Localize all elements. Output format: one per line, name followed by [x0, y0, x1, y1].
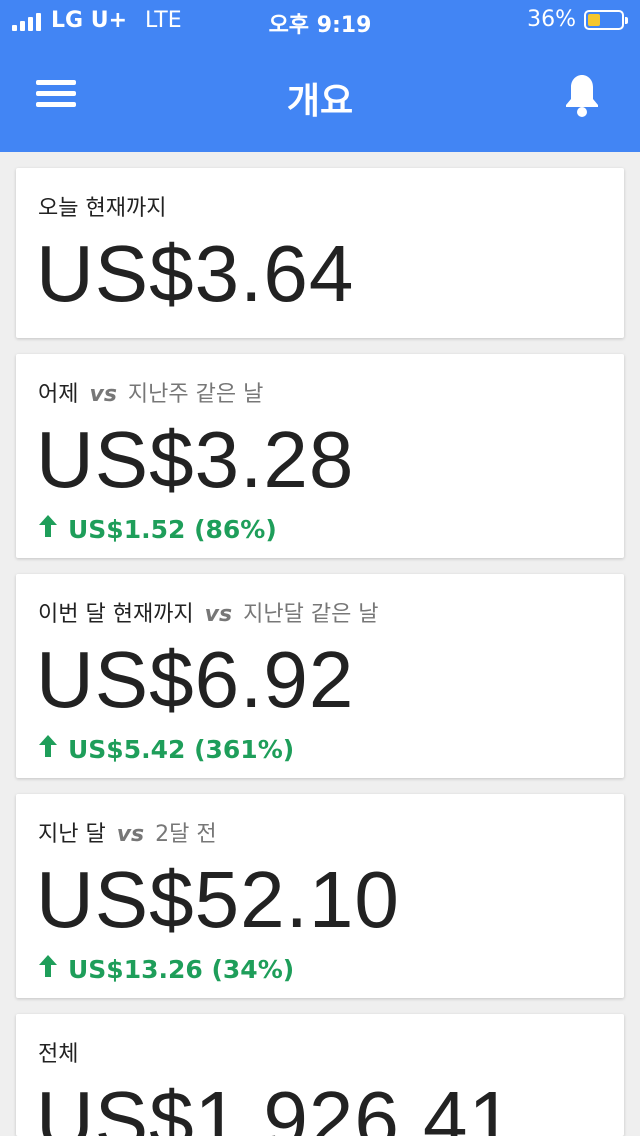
- card-delta: US$5.42 (361%): [38, 734, 294, 764]
- battery-percentage: 36%: [527, 7, 576, 32]
- status-bar: LG U+ LTE 오후 9:19 36%: [0, 0, 640, 40]
- delta-value: US$13.26 (34%): [68, 954, 295, 984]
- arrow-up-icon: [38, 514, 58, 544]
- card-amount: US$52.10: [36, 855, 400, 944]
- delta-value: US$1.52 (86%): [68, 514, 277, 544]
- last-month-card[interactable]: 지난 달 vs 2달 전 US$52.10 US$13.26 (34%): [16, 794, 624, 998]
- card-label: 이번 달 현재까지 vs 지난달 같은 날: [38, 596, 379, 628]
- card-label-text: 이번 달 현재까지: [38, 602, 194, 627]
- vs-label: vs: [116, 822, 145, 847]
- compare-label: 지난주 같은 날: [127, 382, 264, 407]
- card-amount: US$6.92: [36, 635, 355, 724]
- page-title: 개요: [286, 81, 354, 122]
- card-label-text: 오늘 현재까지: [38, 196, 167, 221]
- card-label: 어제 vs 지난주 같은 날: [38, 376, 263, 408]
- card-amount: US$3.28: [36, 415, 355, 504]
- app-header: LG U+ LTE 오후 9:19 36% 개요: [0, 0, 640, 152]
- status-right: 36%: [527, 7, 628, 32]
- card-label: 오늘 현재까지: [38, 190, 166, 222]
- card-label-text: 전체: [38, 1042, 79, 1067]
- card-delta: US$13.26 (34%): [38, 954, 294, 984]
- card-label-text: 어제: [38, 382, 79, 407]
- card-amount: US$3.64: [36, 229, 355, 318]
- vs-label: vs: [204, 602, 233, 627]
- compare-label: 2달 전: [155, 822, 217, 847]
- bell-icon[interactable]: [562, 72, 602, 118]
- today-card[interactable]: 오늘 현재까지 US$3.64: [16, 168, 624, 338]
- delta-value: US$5.42 (361%): [68, 734, 295, 764]
- vs-label: vs: [89, 382, 117, 407]
- arrow-up-icon: [38, 954, 58, 984]
- month-to-date-card[interactable]: 이번 달 현재까지 vs 지난달 같은 날 US$6.92 US$5.42 (3…: [16, 574, 624, 778]
- card-label: 전체: [38, 1036, 78, 1068]
- card-amount: US$1,926.41: [36, 1075, 515, 1136]
- battery-fill: [588, 13, 600, 26]
- yesterday-card[interactable]: 어제 vs 지난주 같은 날 US$3.28 US$1.52 (86%): [16, 354, 624, 558]
- compare-label: 지난달 같은 날: [243, 602, 379, 627]
- card-label: 지난 달 vs 2달 전: [38, 816, 217, 848]
- arrow-up-icon: [38, 734, 58, 764]
- card-delta: US$1.52 (86%): [38, 514, 277, 544]
- card-label-text: 지난 달: [38, 822, 106, 847]
- total-card[interactable]: 전체 US$1,926.41: [16, 1014, 624, 1136]
- app-bar: 개요: [0, 40, 640, 152]
- battery-icon: [584, 9, 628, 30]
